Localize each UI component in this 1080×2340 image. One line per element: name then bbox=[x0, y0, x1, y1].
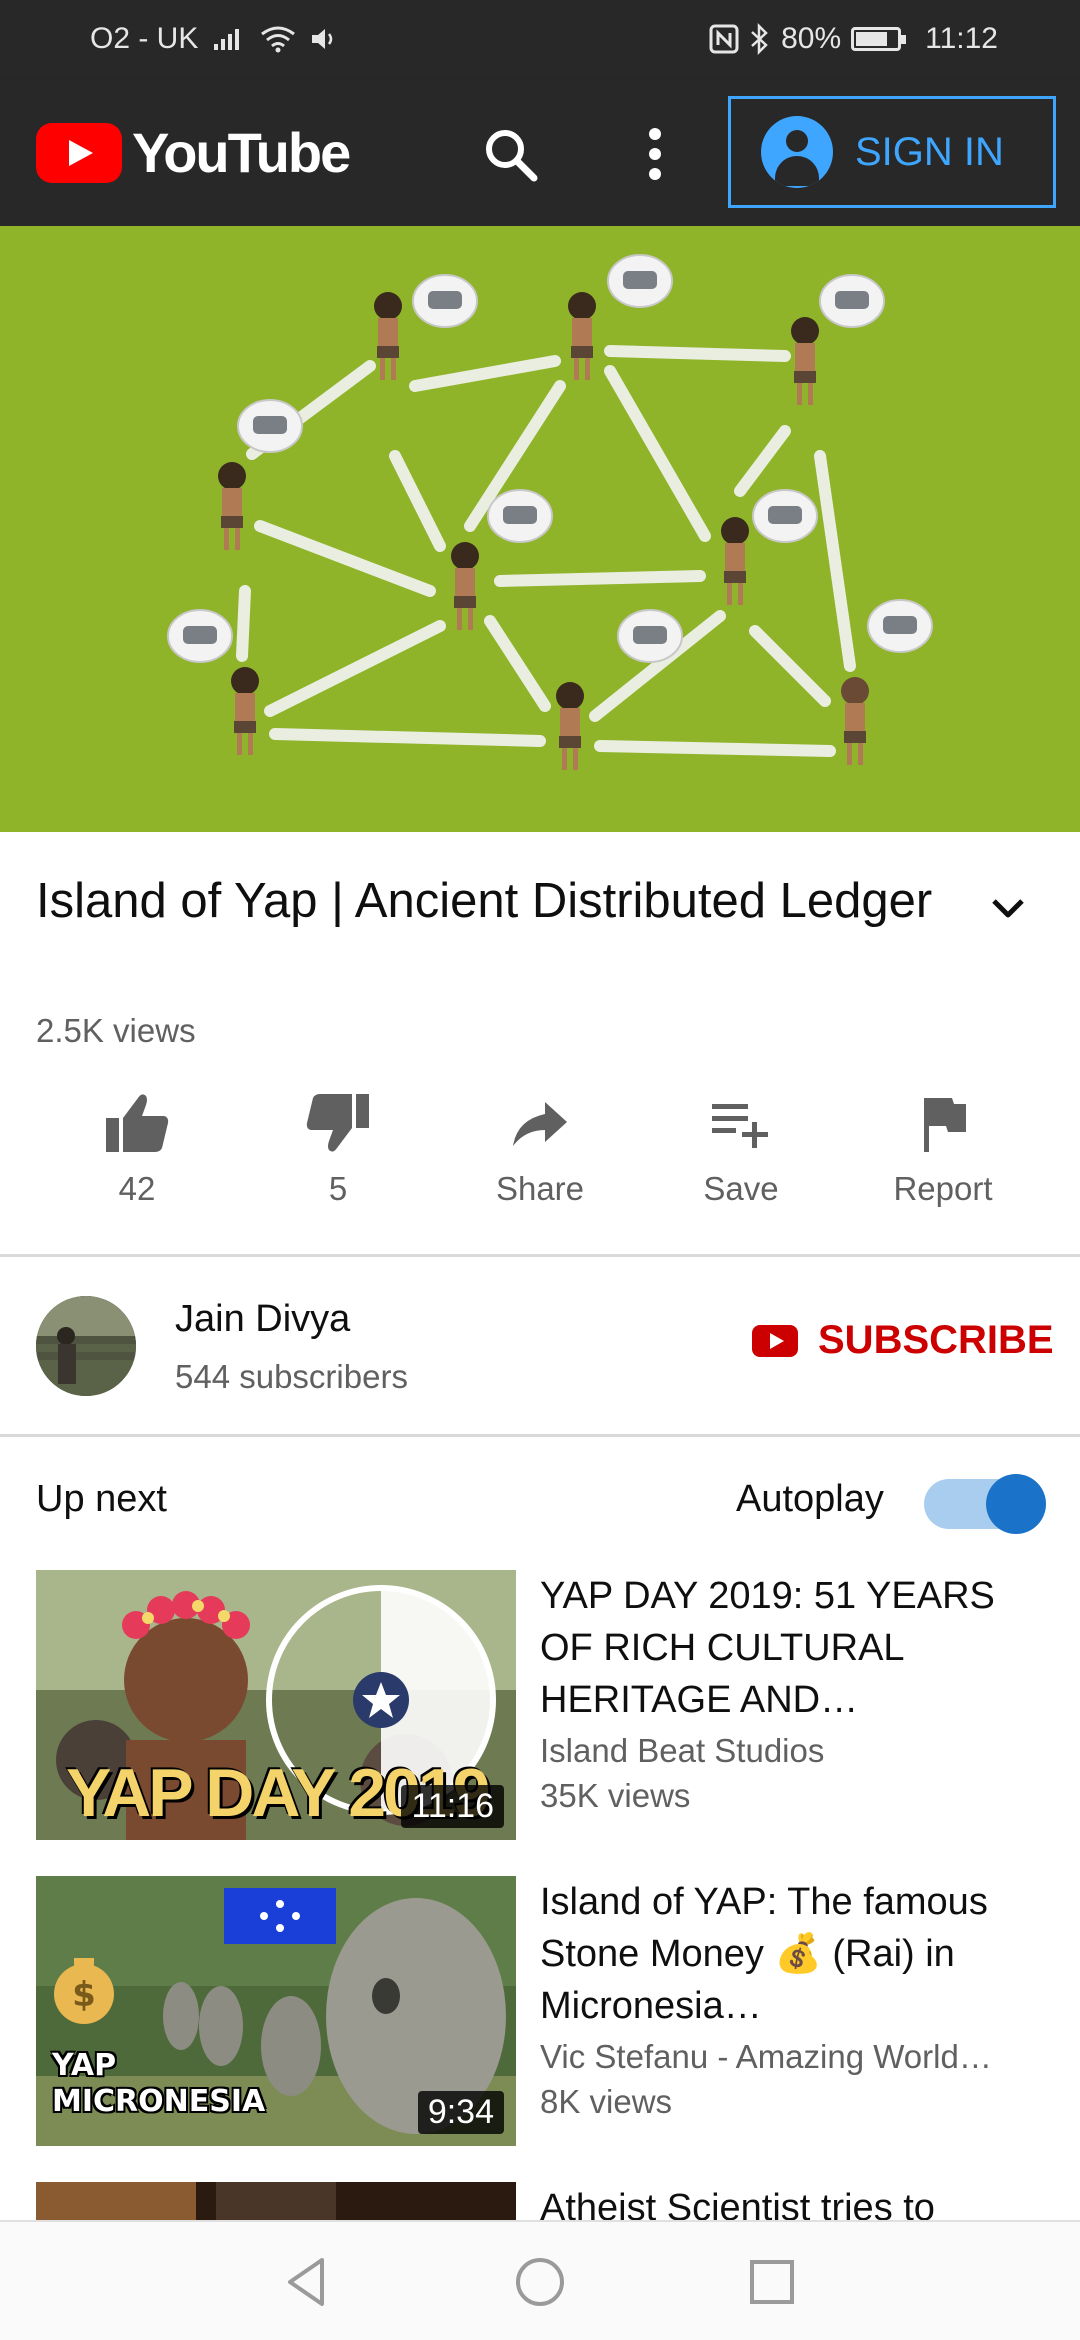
account-circle-icon bbox=[761, 116, 833, 188]
share-label: Share bbox=[495, 1170, 585, 1207]
video-duration: 11:16 bbox=[401, 1785, 504, 1828]
report-label: Report bbox=[893, 1170, 993, 1207]
youtube-wordmark: YouTube bbox=[132, 121, 351, 184]
playlist-add-icon bbox=[712, 1104, 768, 1148]
video-item-views: 35K views bbox=[540, 1777, 691, 1814]
video-title: Island of Yap | Ancient Distributed Ledg… bbox=[36, 874, 933, 928]
more-vert-icon[interactable] bbox=[630, 122, 680, 186]
sign-in-button[interactable]: SIGN IN bbox=[728, 96, 1056, 208]
video-item-title: YAP DAY 2019: 51 YEARS OF RICH CULTURAL … bbox=[540, 1575, 995, 1721]
volume-icon bbox=[312, 29, 333, 49]
youtube-logo-icon bbox=[36, 122, 122, 183]
status-bar: O2 - UK 80% 11:12 bbox=[0, 0, 1080, 80]
bluetooth-icon bbox=[751, 23, 768, 55]
status-right: 80% 11:12 bbox=[709, 22, 998, 56]
home-icon[interactable] bbox=[510, 2252, 570, 2312]
thumb-down-icon bbox=[306, 1094, 369, 1152]
video-item-channel: Island Beat Studios bbox=[540, 1732, 825, 1769]
system-nav-bar bbox=[0, 2220, 1080, 2340]
video-player[interactable] bbox=[0, 226, 1080, 832]
flag-icon bbox=[924, 1098, 966, 1152]
video-duration: 9:34 bbox=[417, 2091, 504, 2134]
subscribe-button[interactable]: SUBSCRIBE bbox=[752, 1318, 1054, 1363]
subscribe-label: SUBSCRIBE bbox=[818, 1318, 1054, 1362]
carrier-label: O2 - UK bbox=[90, 22, 199, 55]
thumbnail-text: YAP MICRONESIA bbox=[52, 2048, 266, 2119]
report-button[interactable]: Report bbox=[858, 1090, 1028, 1222]
youtube-play-icon bbox=[752, 1324, 798, 1357]
video-item-views: 8K views bbox=[540, 2083, 673, 2120]
clock: 11:12 bbox=[925, 22, 998, 55]
list-item[interactable]: $ YAP MICRONESIA 9:34 Island of YAP: The… bbox=[36, 1876, 1046, 2146]
chevron-down-icon[interactable] bbox=[984, 884, 1032, 932]
channel-avatar-image bbox=[36, 1296, 136, 1396]
nfc-icon bbox=[709, 24, 739, 54]
video-thumbnail[interactable]: YAP DAY 2019 11:16 bbox=[36, 1570, 516, 1840]
dislike-button[interactable]: 5 bbox=[253, 1090, 423, 1222]
share-icon bbox=[513, 1102, 567, 1146]
divider bbox=[0, 1434, 1080, 1437]
channel-avatar[interactable] bbox=[36, 1296, 136, 1396]
svg-text:$: $ bbox=[72, 1975, 96, 2015]
sign-in-label: SIGN IN bbox=[855, 129, 1004, 174]
subscriber-count: 544 subscribers bbox=[175, 1358, 408, 1395]
video-thumbnail[interactable]: $ YAP MICRONESIA 9:34 bbox=[36, 1876, 516, 2146]
autoplay-label: Autoplay bbox=[736, 1478, 884, 1520]
status-left: O2 - UK bbox=[90, 22, 338, 56]
signal-icon bbox=[214, 29, 240, 50]
divider bbox=[0, 1254, 1080, 1257]
channel-name[interactable]: Jain Divya bbox=[175, 1298, 350, 1341]
save-button[interactable]: Save bbox=[656, 1090, 826, 1222]
back-icon[interactable] bbox=[278, 2252, 338, 2312]
save-label: Save bbox=[703, 1170, 779, 1207]
youtube-logo[interactable]: YouTube bbox=[36, 120, 351, 185]
action-row: 42 5 Share Save Report bbox=[0, 1090, 1080, 1222]
battery-percent: 80% bbox=[781, 22, 842, 55]
like-count: 42 bbox=[118, 1170, 156, 1207]
thumb-up-icon bbox=[106, 1094, 169, 1152]
battery-icon bbox=[851, 27, 907, 51]
video-item-title: Island of YAP: The famous Stone Money 💰 … bbox=[540, 1881, 988, 2027]
video-frame-illustration bbox=[167, 254, 933, 770]
autoplay-toggle[interactable] bbox=[924, 1474, 1046, 1534]
up-next-heading: Up next bbox=[36, 1478, 167, 1520]
share-button[interactable]: Share bbox=[455, 1090, 625, 1222]
search-icon[interactable] bbox=[478, 122, 542, 186]
recents-icon[interactable] bbox=[742, 2252, 802, 2312]
video-item-channel: Vic Stefanu - Amazing World… bbox=[540, 2038, 992, 2075]
dislike-count: 5 bbox=[328, 1170, 348, 1207]
wifi-icon bbox=[261, 26, 296, 53]
app-bar: YouTube SIGN IN bbox=[0, 80, 1080, 226]
list-item[interactable]: YAP DAY 2019 11:16 YAP DAY 2019: 51 YEAR… bbox=[36, 1570, 1046, 1840]
like-button[interactable]: 42 bbox=[52, 1090, 222, 1222]
view-count: 2.5K views bbox=[36, 1012, 196, 1049]
